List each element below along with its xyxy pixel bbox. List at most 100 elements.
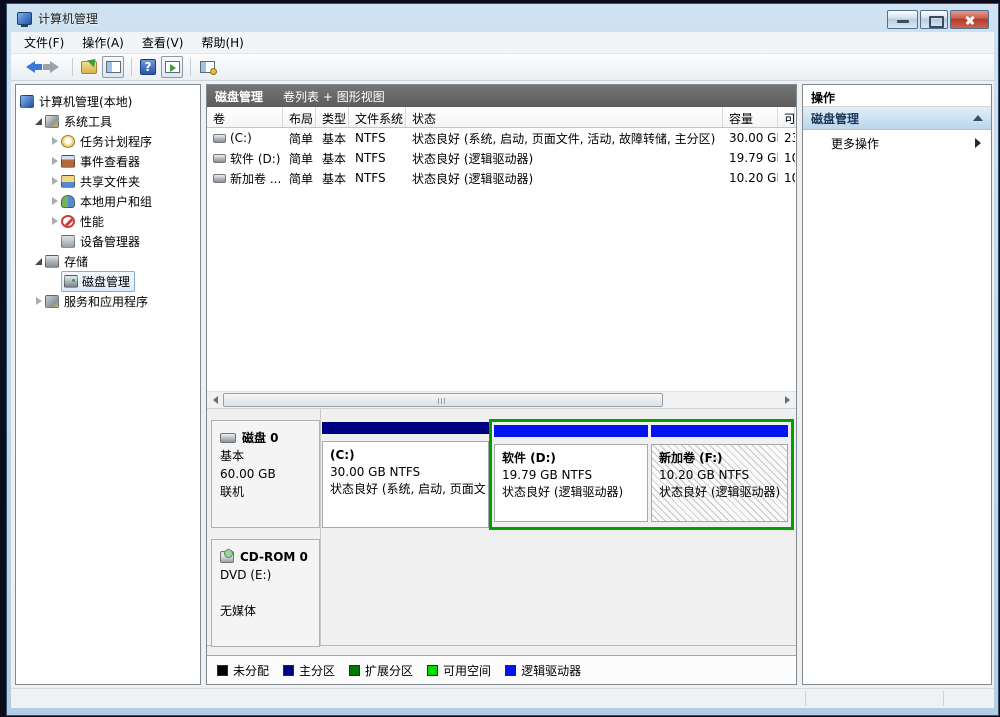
tree-item-computer-management[interactable]: 计算机管理(本地) xyxy=(16,91,200,111)
volume-capacity: 19.79 GB xyxy=(723,151,778,165)
volume-type: 基本 xyxy=(316,150,349,167)
computer-management-window: 计算机管理 文件(F) 操作(A) 查看(V) 帮助(H) ? 计算机管理(本地… xyxy=(6,3,999,716)
show-action-pane-icon[interactable] xyxy=(161,56,183,78)
close-button[interactable] xyxy=(950,10,989,29)
cdrom-drive: DVD (E:) xyxy=(220,566,319,584)
tree-item-event-viewer[interactable]: 事件查看器 xyxy=(16,151,200,171)
partition-status: 状态良好 (逻辑驱动器) xyxy=(659,484,787,501)
volume-icon xyxy=(213,134,226,143)
volume-free: 10 xyxy=(778,151,795,165)
column-layout[interactable]: 布局 xyxy=(283,107,316,127)
expanded-triangle-icon[interactable] xyxy=(32,258,45,265)
scroll-right-icon[interactable] xyxy=(779,392,796,408)
computer-icon xyxy=(20,95,34,108)
cdrom-label-box[interactable]: CD-ROM 0 DVD (E:) 无媒体 xyxy=(211,539,320,647)
collapsed-triangle-icon[interactable] xyxy=(32,297,45,305)
menu-view[interactable]: 查看(V) xyxy=(133,32,193,53)
expanded-triangle-icon[interactable] xyxy=(32,118,45,125)
toolbar: ? xyxy=(11,54,994,81)
disk-icon xyxy=(220,433,236,443)
volume-row-d[interactable]: 软件 (D:) 简单 基本 NTFS 状态良好 (逻辑驱动器) 19.79 GB… xyxy=(207,148,796,168)
maximize-button[interactable] xyxy=(920,10,948,29)
tree-item-label: 本地用户和组 xyxy=(80,193,152,210)
content-area: 计算机管理(本地) 系统工具 任务计划程序 事件查看器 xyxy=(11,81,994,688)
volume-status: 状态良好 (逻辑驱动器) xyxy=(406,150,723,167)
tree-item-storage[interactable]: 存储 xyxy=(16,251,200,271)
volume-capacity: 10.20 GB xyxy=(723,171,778,185)
tree-item-label: 服务和应用程序 xyxy=(64,293,148,310)
tree-item-shared-folders[interactable]: 共享文件夹 xyxy=(16,171,200,191)
tree-item-performance[interactable]: 性能 xyxy=(16,211,200,231)
volume-name: 软件 (D:) xyxy=(230,150,280,167)
tree-item-local-users-groups[interactable]: 本地用户和组 xyxy=(16,191,200,211)
partition-size: 10.20 GB NTFS xyxy=(659,467,787,484)
local-users-icon xyxy=(61,195,75,208)
partition-f-selected[interactable]: 新加卷 (F:) 10.20 GB NTFS 状态良好 (逻辑驱动器) xyxy=(651,425,788,524)
legend-unallocated: 未分配 xyxy=(217,662,269,679)
export-list-icon[interactable] xyxy=(78,56,100,78)
actions-section-disk-management[interactable]: 磁盘管理 xyxy=(803,107,991,130)
collapse-icon[interactable] xyxy=(973,115,983,121)
window-title: 计算机管理 xyxy=(38,10,98,27)
collapsed-triangle-icon[interactable] xyxy=(48,197,61,205)
partition-name: (C:) xyxy=(330,447,488,464)
show-console-tree-icon[interactable] xyxy=(102,56,124,78)
toolbar-separator xyxy=(190,58,191,76)
column-type[interactable]: 类型 xyxy=(316,107,349,127)
performance-icon xyxy=(61,215,75,228)
column-volume[interactable]: 卷 xyxy=(207,107,283,127)
column-status[interactable]: 状态 xyxy=(406,107,723,127)
actions-title: 操作 xyxy=(803,85,991,107)
cdrom-name: CD-ROM 0 xyxy=(240,548,308,566)
back-icon[interactable] xyxy=(19,56,41,78)
more-actions-item[interactable]: 更多操作 xyxy=(803,130,991,156)
disk-management-icon xyxy=(64,275,78,288)
tree-item-label: 设备管理器 xyxy=(80,233,140,250)
tree-item-device-manager[interactable]: 设备管理器 xyxy=(16,231,200,251)
partition-c[interactable]: (C:) 30.00 GB NTFS 状态良好 (系统, 启动, 页面文 xyxy=(322,422,489,530)
column-filesystem[interactable]: 文件系统 xyxy=(349,107,406,127)
disk0-type: 基本 xyxy=(220,447,319,465)
shared-folders-icon xyxy=(61,175,75,188)
forward-icon[interactable] xyxy=(43,56,65,78)
tree-item-disk-management[interactable]: 磁盘管理 xyxy=(16,271,200,291)
status-bar xyxy=(11,688,994,708)
scroll-left-icon[interactable] xyxy=(207,392,224,408)
volume-row-f[interactable]: 新加卷 ... 简单 基本 NTFS 状态良好 (逻辑驱动器) 10.20 GB… xyxy=(207,168,796,188)
console-tree-panel: 计算机管理(本地) 系统工具 任务计划程序 事件查看器 xyxy=(15,84,201,685)
collapsed-triangle-icon[interactable] xyxy=(48,137,61,145)
task-scheduler-icon xyxy=(61,135,75,148)
disk0-label-box[interactable]: 磁盘 0 基本 60.00 GB 联机 xyxy=(211,420,320,528)
tree-item-system-tools[interactable]: 系统工具 xyxy=(16,111,200,131)
menu-help[interactable]: 帮助(H) xyxy=(192,32,252,53)
partition-status: 状态良好 (逻辑驱动器) xyxy=(502,484,647,501)
column-capacity[interactable]: 容量 xyxy=(723,107,778,127)
legend-swatch xyxy=(427,665,438,676)
partition-d[interactable]: 软件 (D:) 19.79 GB NTFS 状态良好 (逻辑驱动器) xyxy=(494,425,648,524)
legend-primary: 主分区 xyxy=(283,662,335,679)
help-icon[interactable]: ? xyxy=(137,56,159,78)
tree-item-task-scheduler[interactable]: 任务计划程序 xyxy=(16,131,200,151)
menu-action[interactable]: 操作(A) xyxy=(73,32,133,53)
legend-label: 未分配 xyxy=(233,662,269,679)
cdrom-icon xyxy=(220,551,234,563)
submenu-arrow-icon xyxy=(975,138,981,148)
collapsed-triangle-icon[interactable] xyxy=(48,177,61,185)
collapsed-triangle-icon[interactable] xyxy=(48,217,61,225)
column-free-space[interactable]: 可用空间 xyxy=(778,107,795,127)
tree-item-services-applications[interactable]: 服务和应用程序 xyxy=(16,291,200,311)
system-tools-icon xyxy=(45,115,59,128)
collapsed-triangle-icon[interactable] xyxy=(48,157,61,165)
volume-row-c[interactable]: (C:) 简单 基本 NTFS 状态良好 (系统, 启动, 页面文件, 活动, … xyxy=(207,128,796,148)
console-options-icon[interactable] xyxy=(196,56,218,78)
scrollbar-thumb[interactable] xyxy=(223,393,663,407)
legend-bar: 未分配 主分区 扩展分区 可用空间 逻辑驱动器 xyxy=(207,655,796,684)
app-icon xyxy=(17,12,32,25)
menu-file[interactable]: 文件(F) xyxy=(15,32,73,53)
titlebar[interactable]: 计算机管理 xyxy=(7,4,998,32)
horizontal-scrollbar[interactable] xyxy=(207,391,796,408)
minimize-button[interactable] xyxy=(887,10,918,29)
volume-layout: 简单 xyxy=(283,170,316,187)
disk-management-pane: 磁盘管理 卷列表 + 图形视图 卷 布局 类型 文件系统 状态 容量 可用空间 … xyxy=(206,84,797,685)
volume-type: 基本 xyxy=(316,170,349,187)
